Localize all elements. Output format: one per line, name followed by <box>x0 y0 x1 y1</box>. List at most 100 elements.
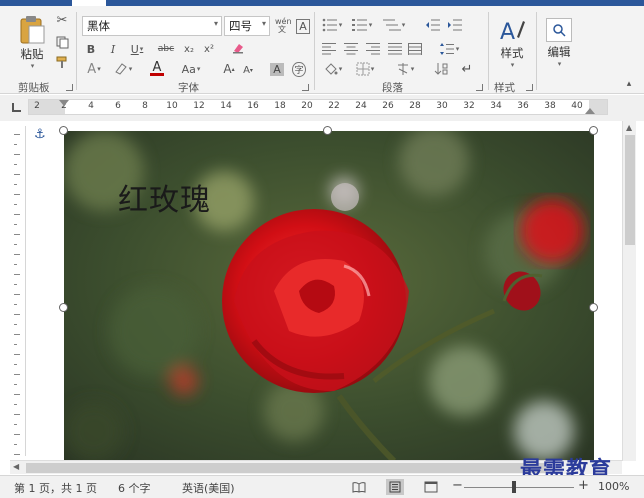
cut-button[interactable]: ✂ <box>54 12 70 28</box>
change-case-button[interactable]: Aa ▾ <box>176 60 206 78</box>
outdent-icon <box>426 19 440 31</box>
shading-button[interactable]: ▾ <box>320 60 346 78</box>
pilcrow-icon: ↵ <box>461 61 473 77</box>
clipboard-launcher[interactable] <box>66 84 73 91</box>
italic-button[interactable]: I <box>104 40 122 58</box>
word-count[interactable]: 6 个字 <box>118 480 151 496</box>
editing-button[interactable]: 编辑 ▾ <box>542 12 576 74</box>
line-spacing-button[interactable]: ▾ <box>436 40 462 58</box>
horizontal-ruler[interactable]: 2 2 4 6 8 10 12 14 16 18 20 22 24 26 28 30 32 34 36 38 40 <box>28 99 608 115</box>
multilevel-list-button[interactable]: ▾ <box>380 16 408 34</box>
underline-button[interactable]: U ▾ <box>124 40 150 58</box>
zoom-level[interactable]: 100% <box>598 480 629 493</box>
justify-button[interactable] <box>386 40 404 58</box>
align-right-button[interactable] <box>364 40 382 58</box>
read-mode-button[interactable] <box>350 479 368 495</box>
grow-font-button[interactable]: A ▴ <box>220 60 238 78</box>
font-size-select[interactable]: 四号 ▾ <box>224 16 270 36</box>
vertical-ruler-tick <box>14 384 17 385</box>
strikethrough-button[interactable]: abc <box>154 40 178 58</box>
resize-handle-middle-left[interactable] <box>59 303 68 312</box>
tab-selector[interactable] <box>12 103 21 112</box>
char-shading-button[interactable]: A <box>268 60 286 78</box>
chevron-down-icon: ▾ <box>370 65 375 73</box>
vertical-ruler[interactable] <box>10 126 26 456</box>
chevron-down-icon: ▾ <box>368 21 373 29</box>
enclose-char-button[interactable]: 字 <box>290 60 308 78</box>
align-center-button[interactable] <box>342 40 360 58</box>
show-marks-button[interactable]: ↵ <box>458 60 476 78</box>
format-painter-button[interactable] <box>54 54 70 70</box>
bullets-button[interactable]: ▾ <box>320 16 344 34</box>
zoom-in-button[interactable]: + <box>578 478 589 493</box>
vertical-ruler-tick <box>14 334 20 335</box>
resize-handle-middle-right[interactable] <box>589 303 598 312</box>
indent-marker[interactable] <box>59 100 69 106</box>
sort-button[interactable] <box>432 60 450 78</box>
font-color-swatch <box>150 73 164 76</box>
copy-button[interactable] <box>54 34 70 50</box>
subscript-button[interactable]: x₂ <box>180 40 198 58</box>
paragraph-launcher[interactable] <box>476 84 483 91</box>
font-launcher[interactable] <box>302 84 309 91</box>
paste-button[interactable]: 粘贴 ▾ <box>14 12 50 72</box>
vertical-ruler-tick <box>14 194 20 195</box>
phonetic-guide-button[interactable]: wén 文 <box>272 16 292 36</box>
eraser-icon <box>233 44 243 54</box>
scroll-left-icon[interactable]: ◀ <box>13 462 19 471</box>
anchor-icon[interactable]: ⚓ <box>34 128 48 142</box>
bold-button[interactable]: B <box>82 40 100 58</box>
zoom-slider-thumb[interactable] <box>512 481 516 493</box>
ruler-tick-label: 18 <box>274 101 286 111</box>
clear-format-button[interactable] <box>228 38 248 58</box>
font-family-select[interactable]: 黑体 ▾ <box>82 16 222 36</box>
vertical-scrollbar[interactable]: ▲ <box>622 121 636 461</box>
vertical-ruler-tick <box>14 224 17 225</box>
collapse-ribbon-button[interactable]: ▴ <box>622 78 636 90</box>
bold-label: B <box>86 42 96 56</box>
scroll-up-icon[interactable]: ▲ <box>626 123 632 132</box>
language-indicator[interactable]: 英语(美国) <box>182 480 235 496</box>
scrollbar-thumb[interactable] <box>26 463 546 473</box>
ruler-tick-label: 30 <box>436 101 448 111</box>
scrollbar-thumb[interactable] <box>625 135 635 245</box>
increase-indent-button[interactable] <box>446 16 464 34</box>
print-layout-button[interactable] <box>386 479 404 495</box>
page-count[interactable]: 第 1 页，共 1 页 <box>14 480 97 496</box>
shrink-font-button[interactable]: A ▾ <box>240 62 256 78</box>
paragraph-group-label: 段落 <box>382 82 403 94</box>
text-effects-button[interactable]: A ▾ <box>82 60 106 78</box>
highlight-button[interactable]: ▾ <box>110 60 136 78</box>
font-color-button[interactable]: A <box>144 60 170 78</box>
resize-handle-top-right[interactable] <box>589 126 598 135</box>
distributed-button[interactable] <box>406 40 424 58</box>
chevron-down-icon: ▾ <box>401 21 406 29</box>
vertical-ruler-tick <box>14 394 20 395</box>
superscript-button[interactable]: x² <box>200 40 218 58</box>
vertical-ruler-tick <box>14 154 20 155</box>
resize-handle-top-left[interactable] <box>59 126 68 135</box>
chevron-down-icon: ▾ <box>410 65 415 73</box>
divider <box>314 12 315 90</box>
resize-handle-top-center[interactable] <box>323 126 332 135</box>
styles-launcher[interactable] <box>526 84 533 91</box>
web-layout-button[interactable] <box>422 479 440 495</box>
vertical-ruler-tick <box>14 134 20 135</box>
zoom-slider[interactable] <box>464 487 574 488</box>
italic-label: I <box>110 42 116 56</box>
align-left-button[interactable] <box>320 40 338 58</box>
char-border-button[interactable]: A <box>294 16 312 36</box>
font-group-label: 字体 <box>178 82 199 94</box>
asian-layout-button[interactable]: ▾ <box>392 60 418 78</box>
decrease-indent-button[interactable] <box>424 16 442 34</box>
numbering-button[interactable]: ▾ <box>350 16 374 34</box>
photo-caption[interactable]: 红玫瑰 <box>118 175 211 219</box>
zoom-out-button[interactable]: − <box>452 478 463 493</box>
vertical-ruler-tick <box>14 354 20 355</box>
styles-button[interactable]: A 样式 ▾ <box>494 12 530 74</box>
status-bar: 第 1 页，共 1 页 6 个字 英语(美国) − + 100% <box>0 475 644 498</box>
borders-button[interactable]: ▾ <box>352 60 378 78</box>
right-indent-marker[interactable] <box>585 108 595 114</box>
ruler-tick-label: 36 <box>517 101 529 111</box>
chevron-down-icon: ▾ <box>196 65 201 73</box>
